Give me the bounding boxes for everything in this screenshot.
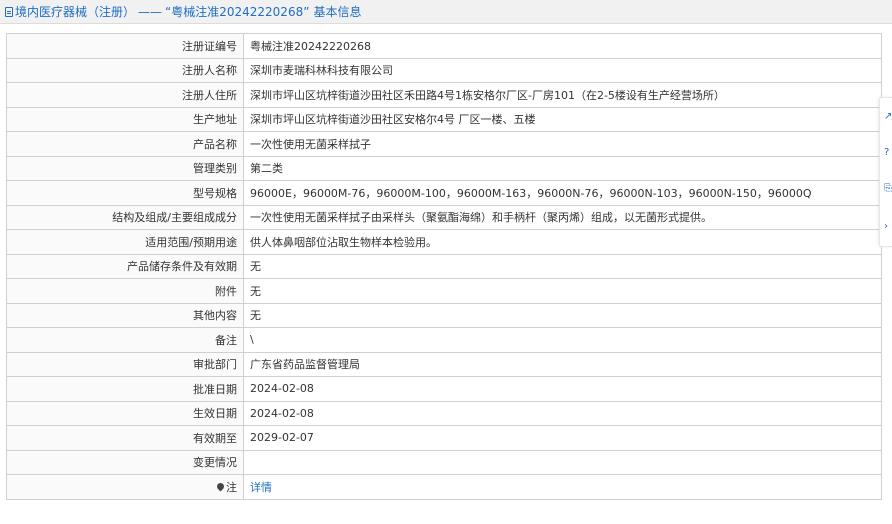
field-label: 其他内容 <box>6 302 244 328</box>
side-toolbar: ↗ ? ⎘ › <box>879 97 892 247</box>
field-label: 注册证编号 <box>6 33 244 59</box>
field-value: 一次性使用无菌采样拭子 <box>243 131 882 157</box>
field-label: 注册人名称 <box>6 57 244 83</box>
field-value: 2024-02-08 <box>243 400 882 426</box>
field-label: 备注 <box>6 327 244 353</box>
detail-link[interactable]: 详情 <box>250 481 272 494</box>
field-value: 深圳市麦瑞科林科技有限公司 <box>243 57 882 83</box>
field-value: 第二类 <box>243 155 882 181</box>
field-label: 附件 <box>6 278 244 304</box>
field-value: 2024-02-08 <box>243 376 882 402</box>
pin-icon <box>215 481 226 492</box>
info-row: 结构及组成/主要组成成分 一次性使用无菌采样拭子由采样头（聚氨酯海绵）和手柄杆（聚… <box>6 204 882 230</box>
field-value: 无 <box>243 278 882 304</box>
field-label: 型号规格 <box>6 180 244 206</box>
copy-icon[interactable]: ⎘ <box>884 184 892 194</box>
note-row: 注详情 <box>6 474 882 500</box>
breadcrumb-category[interactable]: 境内医疗器械（注册） <box>15 3 135 20</box>
field-value: 无 <box>243 253 882 279</box>
title-separator: —— <box>138 4 163 19</box>
info-row: 生效日期 2024-02-08 <box>6 400 882 426</box>
export-icon[interactable]: ↗ <box>884 112 892 122</box>
title-suffix: 基本信息 <box>313 5 362 19</box>
field-label: 产品名称 <box>6 131 244 157</box>
info-row: 其他内容无 <box>6 302 882 328</box>
field-label: 结构及组成/主要组成成分 <box>6 204 244 230</box>
info-row: 附件无 <box>6 278 882 304</box>
title-subject: “粤械注准20242220268” <box>165 5 310 19</box>
field-label: 产品储存条件及有效期 <box>6 253 244 279</box>
info-row: 产品名称 一次性使用无菌采样拭子 <box>6 131 882 157</box>
note-value-cell: 详情 <box>243 474 882 500</box>
info-row: 生产地址 深圳市坪山区坑梓街道沙田社区安格尔4号 厂区一楼、五楼 <box>6 106 882 132</box>
info-row: 型号规格 96000E，96000M-76，96000M-100，96000M-1… <box>6 180 882 206</box>
document-icon <box>5 6 13 17</box>
field-value: 深圳市坪山区坑梓街道沙田社区安格尔4号 厂区一楼、五楼 <box>243 106 882 132</box>
field-value: 广东省药品监督管理局 <box>243 351 882 377</box>
field-value: 96000E，96000M-76，96000M-100，96000M-163，9… <box>243 180 882 206</box>
info-row: 适用范围/预期用途 供人体鼻咽部位沾取生物样本检验用。 <box>6 229 882 255</box>
field-value: 一次性使用无菌采样拭子由采样头（聚氨酯海绵）和手柄杆（聚丙烯）组成，以无菌形式提… <box>243 204 882 230</box>
field-label: 注册人住所 <box>6 82 244 108</box>
info-row: 备注 \ <box>6 327 882 353</box>
note-label: 注 <box>226 480 237 494</box>
info-row: 批准日期 2024-02-08 <box>6 376 882 402</box>
field-label: 审批部门 <box>6 351 244 377</box>
field-value: 深圳市坪山区坑梓街道沙田社区禾田路4号1栋安格尔厂区-厂房101（在2-5楼设有… <box>243 82 882 108</box>
field-label: 变更情况 <box>6 449 244 475</box>
field-label: 适用范围/预期用途 <box>6 229 244 255</box>
field-label: 有效期至 <box>6 425 244 451</box>
collapse-icon[interactable]: › <box>884 222 888 232</box>
info-row: 管理类别 第二类 <box>6 155 882 181</box>
help-icon[interactable]: ? <box>884 148 889 158</box>
field-label: 批准日期 <box>6 376 244 402</box>
basic-info-table: 注册证编号 粤械注准20242220268 注册人名称 深圳市麦瑞科林科技有限公司 注册… <box>6 33 882 500</box>
field-value: 粤械注准20242220268 <box>243 33 882 59</box>
info-row: 产品储存条件及有效期无 <box>6 253 882 279</box>
field-value <box>243 449 882 475</box>
note-label-cell: 注 <box>6 474 244 500</box>
info-row: 注册人名称 深圳市麦瑞科林科技有限公司 <box>6 57 882 83</box>
info-row: 注册证编号 粤械注准20242220268 <box>6 33 882 59</box>
field-value: 2029-02-07 <box>243 425 882 451</box>
info-row: 变更情况 <box>6 449 882 475</box>
field-value: 无 <box>243 302 882 328</box>
info-row: 审批部门 广东省药品监督管理局 <box>6 351 882 377</box>
page-title-bar: 境内医疗器械（注册） —— “粤械注准20242220268” 基本信息 <box>0 0 892 24</box>
field-value: \ <box>243 327 882 353</box>
field-value: 供人体鼻咽部位沾取生物样本检验用。 <box>243 229 882 255</box>
field-label: 生产地址 <box>6 106 244 132</box>
field-label: 管理类别 <box>6 155 244 181</box>
info-row: 注册人住所 深圳市坪山区坑梓街道沙田社区禾田路4号1栋安格尔厂区-厂房101（在2… <box>6 82 882 108</box>
field-label: 生效日期 <box>6 400 244 426</box>
info-row: 有效期至 2029-02-07 <box>6 425 882 451</box>
